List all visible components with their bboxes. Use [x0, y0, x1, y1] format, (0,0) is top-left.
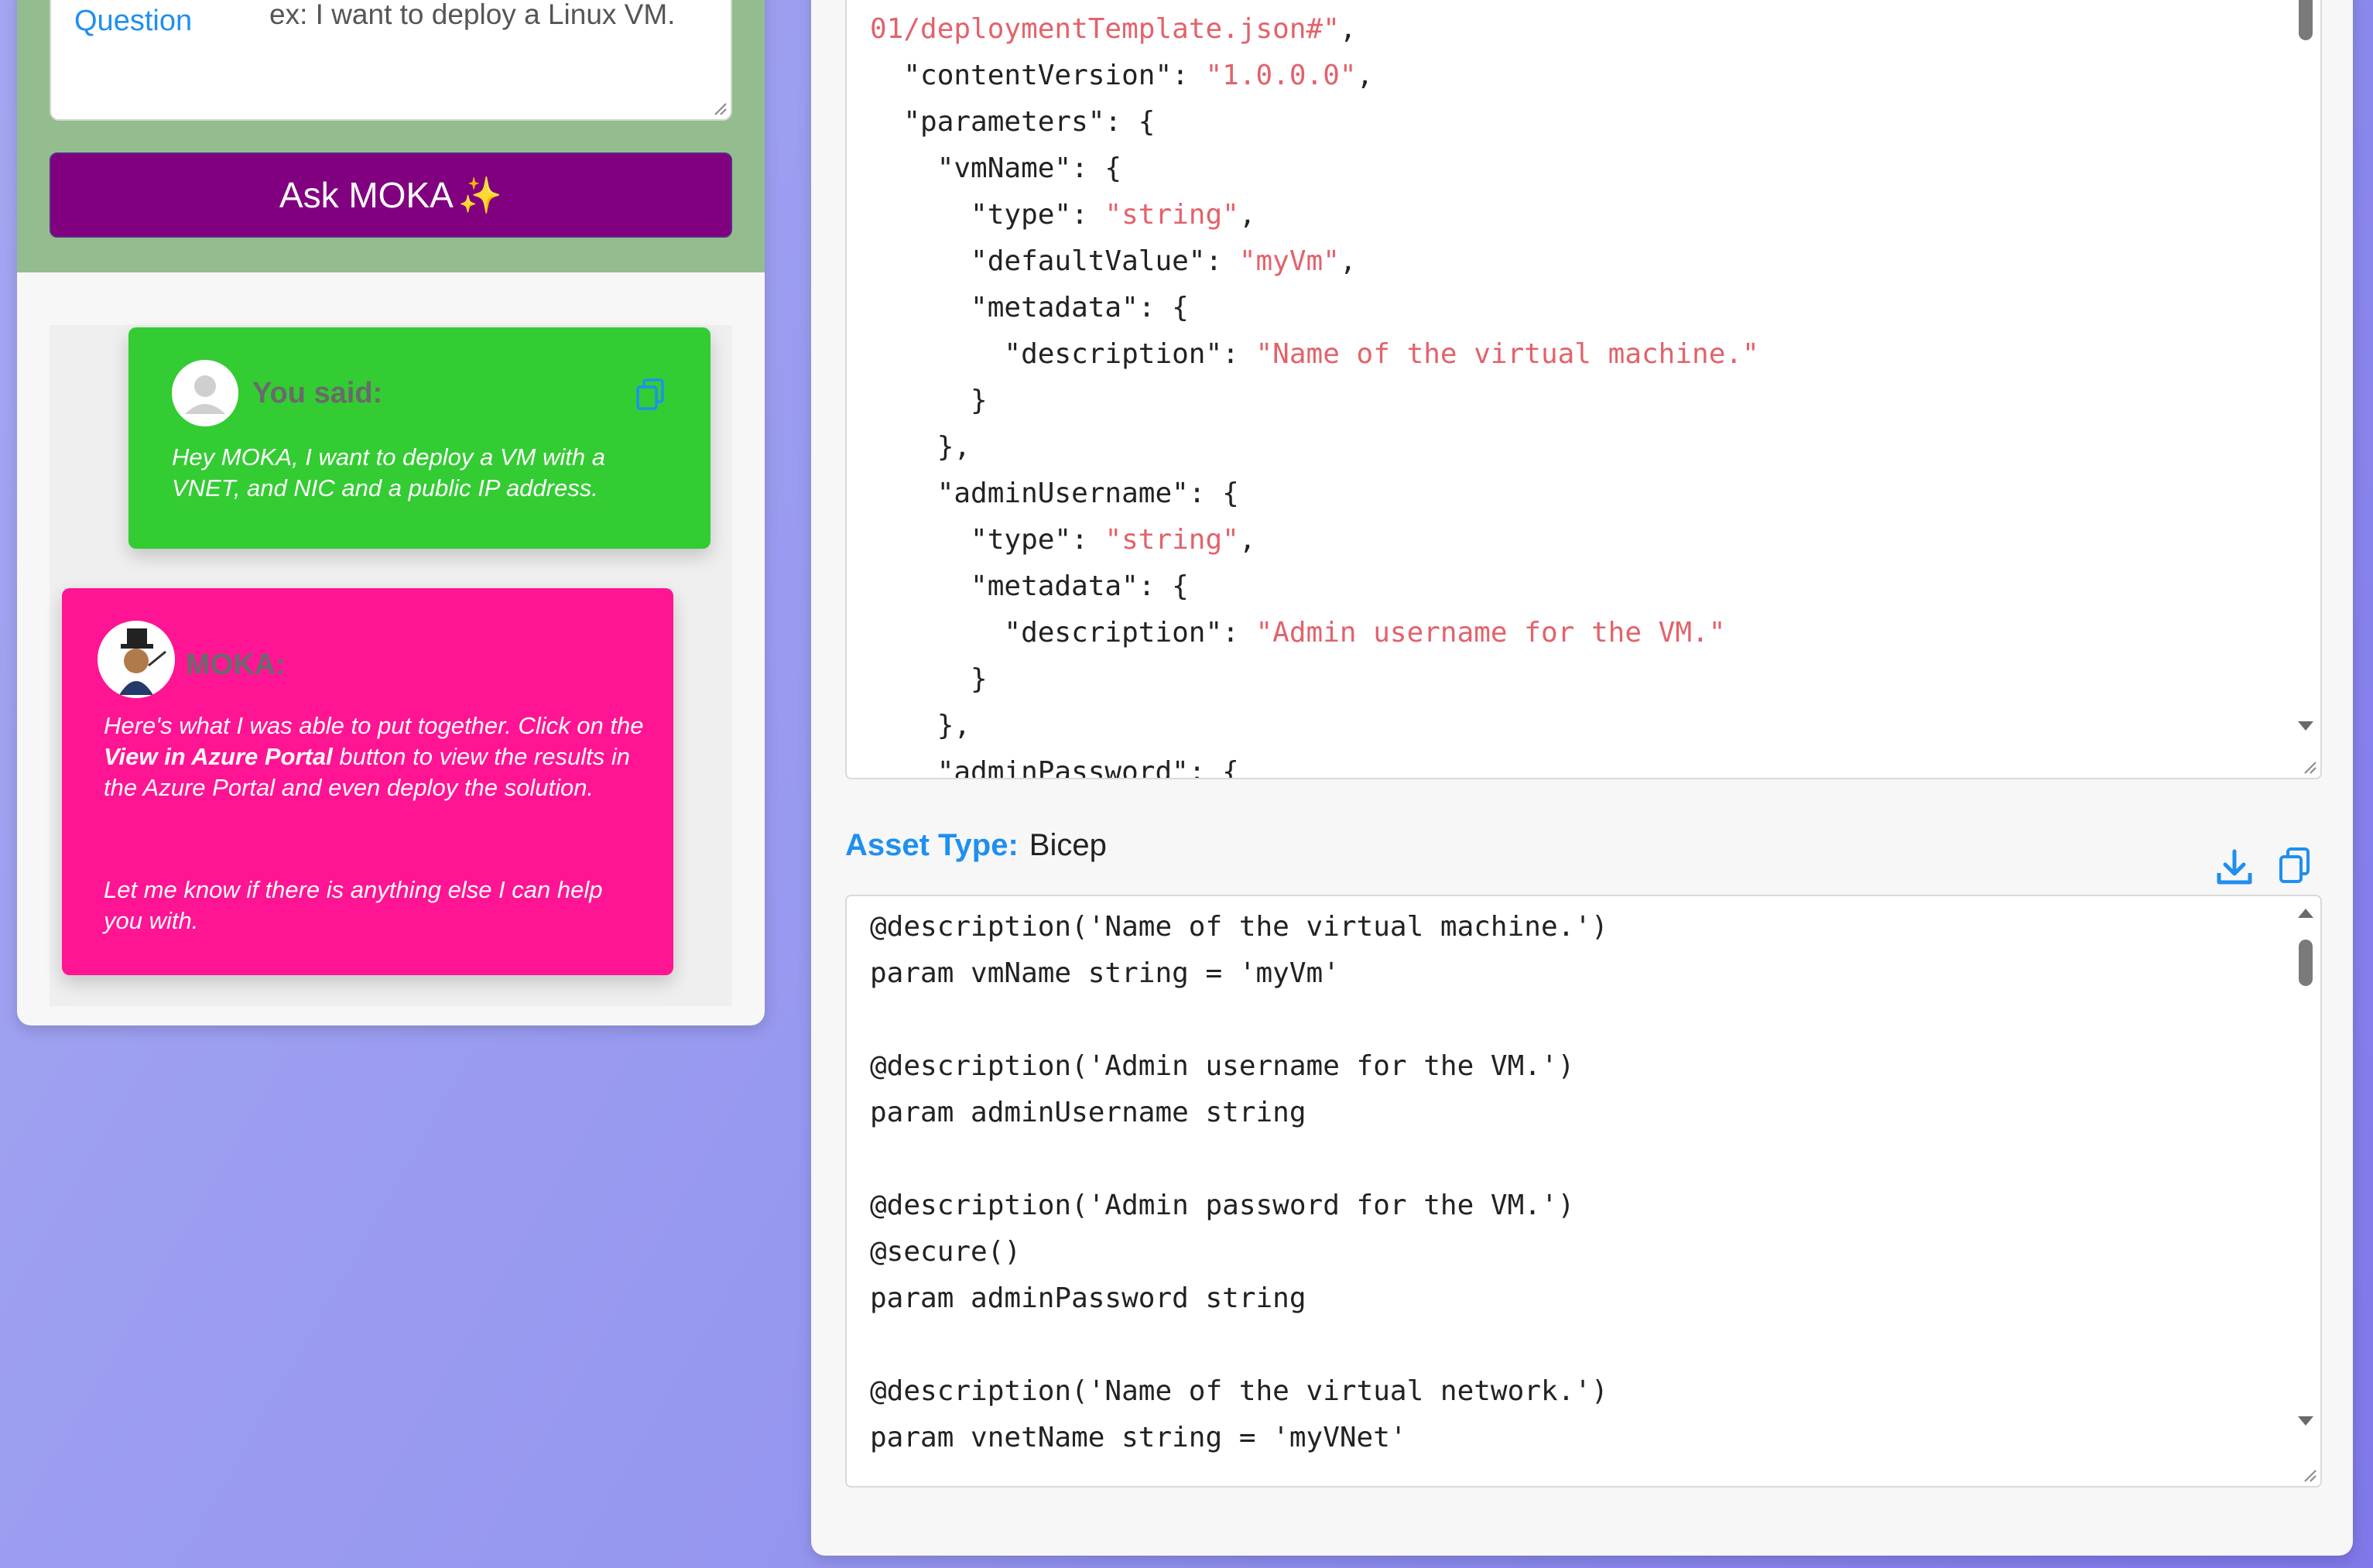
code-string: "Name of the virtual machine." [1255, 338, 1759, 370]
copy-icon[interactable] [2274, 845, 2316, 887]
code-line: "type": "string", [870, 192, 1977, 238]
code-token: "type": [870, 199, 1105, 231]
code-token: } [870, 663, 988, 695]
view-in-azure-portal-text: View in Azure Portal [104, 743, 333, 770]
moka-followup-text: Let me know if there is anything else I … [104, 876, 603, 934]
code-line: }, [870, 703, 1977, 749]
code-line: "description": "Admin username for the V… [870, 610, 1977, 656]
scroll-up-arrow-icon[interactable] [2297, 907, 2314, 919]
code-token: }, [870, 431, 971, 463]
bicep-scroll-thumb[interactable] [2299, 940, 2313, 986]
code-line: "adminPassword": { [870, 749, 1977, 779]
resize-grip-icon[interactable] [712, 101, 728, 116]
code-line: 01/deploymentTemplate.json#", [870, 6, 1977, 53]
code-line: } [870, 656, 1977, 703]
code-token: , [1238, 524, 1256, 556]
question-form: Question Ask MOKA ✨ [17, 0, 765, 272]
code-token: "metadata": { [870, 292, 1189, 324]
arm-template-viewer[interactable]: "$schema": "https://schema.management.az… [845, 0, 2322, 779]
code-token: , [1356, 60, 1374, 91]
code-line: "type": "string", [870, 517, 1977, 563]
code-line: param vnetName string = 'myVNet' [870, 1422, 1407, 1453]
code-line: "vmName": { [870, 146, 1977, 192]
chat-panel: Question Ask MOKA ✨ You said: Hey MOK [17, 0, 765, 1025]
code-line: }, [870, 424, 1977, 471]
code-line: "adminUsername": { [870, 471, 1977, 517]
moka-message-text: Here's what I was able to put together. … [104, 710, 653, 803]
code-string: 01/deploymentTemplate.json#" [870, 13, 1340, 45]
code-line: "description": "Name of the virtual mach… [870, 331, 1977, 378]
asset-type-label: Asset Type: [845, 828, 1019, 862]
arm-template-code: "$schema": "https://schema.management.az… [870, 0, 1977, 779]
user-message-text: Hey MOKA, I want to deploy a VM with a V… [172, 443, 605, 502]
code-line: @secure() [870, 1236, 1022, 1268]
user-message: You said: Hey MOKA, I want to deploy a V… [128, 327, 711, 549]
code-token: "defaultValue": [870, 245, 1239, 277]
code-token: "description": [870, 338, 1256, 370]
scroll-down-arrow-icon[interactable] [2297, 720, 2314, 732]
code-token: "type": [870, 524, 1105, 556]
asset-type-row: Asset Type: Bicep [845, 828, 1107, 863]
code-line: } [870, 378, 1977, 424]
code-token: "adminUsername": { [870, 478, 1239, 509]
code-string: "1.0.0.0" [1205, 60, 1357, 91]
code-token: , [1238, 199, 1256, 231]
code-line: "defaultValue": "myVm", [870, 238, 1977, 285]
ask-moka-button[interactable]: Ask MOKA ✨ [50, 152, 732, 238]
bicep-scrollbar[interactable] [2296, 907, 2316, 1480]
moka-message: MOKA: Here's what I was able to put toge… [62, 588, 673, 975]
code-line: @description('Admin username for the VM.… [870, 1050, 1575, 1082]
code-token: "vmName": { [870, 152, 1122, 184]
code-token: "description": [870, 617, 1256, 649]
code-line: "$schema": "https://schema.management.az… [870, 0, 1977, 6]
code-string: "string" [1104, 199, 1239, 231]
code-token: }, [870, 710, 971, 741]
code-line: "contentVersion": "1.0.0.0", [870, 53, 1977, 99]
ask-moka-label: Ask MOKA [279, 175, 454, 215]
code-line: @description('Name of the virtual machin… [870, 911, 1608, 943]
code-token: "contentVersion": [870, 60, 1206, 91]
bicep-code-viewer[interactable]: @description('Name of the virtual machin… [845, 895, 2322, 1488]
code-line: "parameters": { [870, 99, 1977, 146]
download-icon[interactable] [2214, 847, 2255, 888]
code-string: "myVm" [1238, 245, 1340, 277]
code-line: @description('Name of the virtual networ… [870, 1375, 1608, 1407]
code-line: param adminPassword string [870, 1282, 1306, 1314]
bicep-code: @description('Name of the virtual machin… [870, 904, 1608, 1461]
moka-sender-label: MOKA: [186, 649, 286, 681]
code-line: param vmName string = 'myVm' [870, 957, 1340, 989]
code-token: "metadata": { [870, 570, 1189, 602]
code-token: "adminPassword": { [870, 756, 1239, 779]
code-token: , [1339, 13, 1357, 45]
json-scrollbar[interactable] [2296, 0, 2316, 760]
asset-type-value: Bicep [1029, 828, 1107, 862]
code-token: "parameters": { [870, 106, 1156, 138]
code-line: "metadata": { [870, 285, 1977, 331]
json-scroll-thumb[interactable] [2299, 0, 2313, 40]
scroll-down-arrow-icon[interactable] [2297, 1415, 2314, 1427]
resize-grip-icon[interactable] [2302, 1467, 2317, 1483]
copy-icon[interactable] [632, 375, 670, 414]
code-line: @description('Admin password for the VM.… [870, 1190, 1575, 1221]
code-line: param adminUsername string [870, 1097, 1306, 1128]
user-avatar-icon [172, 360, 238, 426]
moka-avatar-icon [98, 621, 175, 698]
moka-text-part1: Here's what I was able to put together. … [104, 712, 644, 739]
sparkles-icon: ✨ [457, 174, 503, 215]
code-line: "metadata": { [870, 563, 1977, 610]
question-label: Question [74, 5, 193, 37]
user-sender-label: You said: [252, 377, 383, 409]
code-token: , [1339, 245, 1357, 277]
question-input[interactable] [268, 0, 712, 101]
code-token: } [870, 385, 988, 416]
resize-grip-icon[interactable] [2302, 759, 2317, 775]
code-string: "string" [1104, 524, 1239, 556]
code-string: "Admin username for the VM." [1255, 617, 1726, 649]
question-box: Question [50, 0, 732, 121]
output-panel: "$schema": "https://schema.management.az… [811, 0, 2353, 1556]
